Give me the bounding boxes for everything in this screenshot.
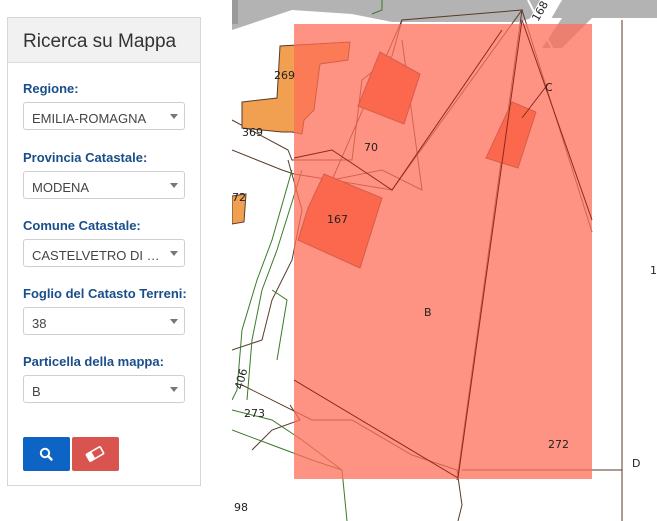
panel-title: Ricerca su Mappa: [23, 31, 177, 52]
eraser-icon: [85, 446, 105, 462]
caret-down-icon: [170, 387, 178, 392]
search-button[interactable]: [23, 437, 70, 471]
comune-label: Comune Catastale:: [23, 218, 141, 233]
caret-down-icon: [170, 319, 178, 324]
map-label: 1: [650, 264, 657, 277]
particella-select[interactable]: B: [23, 375, 185, 403]
map-label: 369: [242, 126, 263, 139]
comune-value: CASTELVETRO DI M...: [32, 248, 169, 263]
map-label: D: [632, 457, 640, 470]
foglio-select[interactable]: 38: [23, 307, 185, 335]
comune-select[interactable]: CASTELVETRO DI M...: [23, 239, 185, 267]
caret-down-icon: [170, 183, 178, 188]
foglio-label: Foglio del Catasto Terreni:: [23, 286, 187, 301]
map-label: 70: [364, 141, 378, 154]
map-label: C: [545, 81, 553, 94]
foglio-value: 38: [32, 316, 47, 331]
panel-header: Ricerca su Mappa: [8, 18, 200, 63]
regione-value: EMILIA-ROMAGNA: [32, 111, 147, 126]
field-particella: Particella della mappa: B: [23, 354, 187, 403]
map-label: B: [424, 306, 432, 319]
provincia-label: Provincia Catastale:: [23, 150, 148, 165]
map-label: 98: [234, 501, 248, 514]
map-label: 269: [274, 69, 295, 82]
particella-value: B: [32, 384, 41, 399]
map-search-panel: Ricerca su Mappa Regione: EMILIA-ROMAGNA…: [7, 17, 201, 486]
cadastral-map[interactable]: 269 369 70 C 72 167 B 406 273 272 D 98 1…: [232, 0, 657, 521]
edge-strip: [232, 0, 238, 24]
caret-down-icon: [170, 251, 178, 256]
field-comune: Comune Catastale: CASTELVETRO DI M...: [23, 218, 187, 267]
clear-button[interactable]: [72, 437, 119, 471]
provincia-select[interactable]: MODENA: [23, 171, 185, 199]
particella-label: Particella della mappa:: [23, 354, 164, 369]
caret-down-icon: [170, 114, 178, 119]
field-regione: Regione: EMILIA-ROMAGNA: [23, 81, 187, 130]
map-label: 72: [232, 191, 246, 204]
field-provincia: Provincia Catastale: MODENA: [23, 150, 187, 199]
search-icon: [39, 447, 53, 461]
regione-select[interactable]: EMILIA-ROMAGNA: [23, 102, 185, 130]
map-label: 272: [548, 438, 569, 451]
regione-label: Regione:: [23, 81, 79, 96]
map-label: 273: [244, 407, 265, 420]
provincia-value: MODENA: [32, 180, 90, 195]
map-label: 167: [327, 213, 348, 226]
map-canvas[interactable]: 269 369 70 C 72 167 B 406 273 272 D 98 1…: [232, 0, 657, 521]
field-foglio: Foglio del Catasto Terreni: 38: [23, 286, 187, 335]
